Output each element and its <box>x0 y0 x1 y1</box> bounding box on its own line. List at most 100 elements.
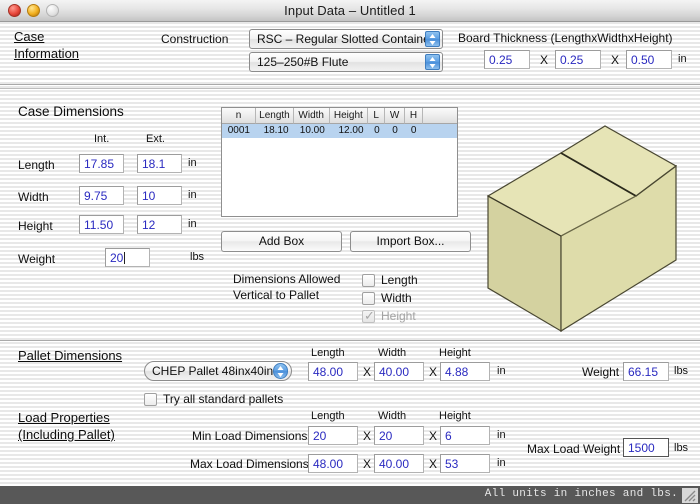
cell-w: 0 <box>385 124 404 138</box>
min-load-height-field[interactable]: 6 <box>440 426 490 445</box>
pallet-select-value: CHEP Pallet 48inx40in <box>152 364 273 378</box>
pallet-select[interactable]: CHEP Pallet 48inx40in <box>144 361 292 381</box>
pallet-weight-unit: lbs <box>674 365 688 377</box>
cell-width: 10.00 <box>294 124 330 138</box>
case-information-heading-line1: Case <box>14 29 44 44</box>
min-load-label: Min Load Dimensions <box>192 429 307 443</box>
try-all-pallets-checkbox[interactable]: Try all standard pallets <box>144 392 283 406</box>
case-width-int-field[interactable]: 9.75 <box>79 186 124 205</box>
case-length-ext-field[interactable]: 18.1 <box>137 154 182 173</box>
table-header-h[interactable]: H <box>405 108 423 124</box>
pallet-width-field[interactable]: 40.00 <box>374 362 424 381</box>
load-col-length: Length <box>311 410 345 422</box>
max-load-sep-1: X <box>363 457 371 471</box>
load-col-width: Width <box>378 410 406 422</box>
pallet-sep-1: X <box>363 365 371 379</box>
checkbox-box <box>362 292 375 305</box>
vertical-allowed-length-label: Length <box>381 273 418 287</box>
box-list-table[interactable]: n Length Width Height L W H 0001 18.10 1… <box>221 107 458 217</box>
table-header-l[interactable]: L <box>368 108 385 124</box>
load-properties-heading-line2: (Including Pallet) <box>18 427 115 442</box>
divider-top-2 <box>0 88 700 89</box>
max-load-length-field[interactable]: 48.00 <box>308 454 358 473</box>
table-header-w[interactable]: W <box>385 108 405 124</box>
case-height-int-field[interactable]: 11.50 <box>79 215 124 234</box>
text-caret <box>124 252 125 264</box>
vertical-allowed-length-checkbox[interactable]: Length <box>362 273 418 287</box>
add-box-button[interactable]: Add Box <box>221 231 342 252</box>
pallet-weight-field[interactable]: 66.15 <box>623 362 669 381</box>
max-load-weight-unit: lbs <box>674 442 688 454</box>
vertical-allowed-label-line2: Vertical to Pallet <box>233 288 319 302</box>
board-thickness-width-field[interactable]: 0.25 <box>555 50 601 69</box>
divider-top <box>0 84 700 85</box>
case-length-int-field[interactable]: 17.85 <box>79 154 124 173</box>
col-int-header: Int. <box>94 133 109 145</box>
checkmark-icon: ✓ <box>364 309 375 322</box>
pallet-weight-label: Weight <box>582 365 619 379</box>
case-width-ext-field[interactable]: 10 <box>137 186 182 205</box>
status-text: All units in inches and lbs. <box>485 488 678 500</box>
min-load-width-field[interactable]: 20 <box>374 426 424 445</box>
case-length-label: Length <box>18 158 55 172</box>
pallet-col-height: Height <box>439 347 471 359</box>
flute-select[interactable]: 125–250#B Flute <box>249 52 443 72</box>
min-load-sep-2: X <box>429 429 437 443</box>
checkbox-box-checked: ✓ <box>362 310 375 323</box>
carton-illustration <box>468 108 693 336</box>
try-all-pallets-label: Try all standard pallets <box>163 392 283 406</box>
table-header-height[interactable]: Height <box>330 108 368 124</box>
construction-label: Construction <box>161 32 228 46</box>
table-header-blank[interactable] <box>423 108 457 124</box>
pallet-length-field[interactable]: 48.00 <box>308 362 358 381</box>
input-data-window: Input Data – Untitled 1 Case Information… <box>0 0 700 504</box>
board-thickness-length-field[interactable]: 0.25 <box>484 50 530 69</box>
table-header-width[interactable]: Width <box>294 108 330 124</box>
vertical-allowed-height-checkbox: ✓ Height <box>362 309 416 323</box>
cell-blank <box>422 124 457 138</box>
case-information-heading-line2: Information <box>14 46 79 61</box>
pallet-sep-2: X <box>429 365 437 379</box>
case-height-ext-field[interactable]: 12 <box>137 215 182 234</box>
import-box-button[interactable]: Import Box... <box>350 231 471 252</box>
case-width-label: Width <box>18 190 49 204</box>
table-header-length[interactable]: Length <box>256 108 294 124</box>
case-height-unit: in <box>188 218 197 230</box>
table-header-row: n Length Width Height L W H <box>222 108 457 124</box>
min-load-length-field[interactable]: 20 <box>308 426 358 445</box>
max-load-label: Max Load Dimensions <box>190 457 309 471</box>
max-load-width-field[interactable]: 40.00 <box>374 454 424 473</box>
pallet-dimensions-heading: Pallet Dimensions <box>18 348 122 363</box>
vertical-allowed-width-label: Width <box>381 291 412 305</box>
table-row[interactable]: 0001 18.10 10.00 12.00 0 0 0 <box>222 124 457 138</box>
checkbox-box <box>362 274 375 287</box>
max-load-weight-field[interactable]: 1500 <box>623 438 669 457</box>
case-height-label: Height <box>18 219 53 233</box>
board-thickness-sep-1: X <box>540 53 548 67</box>
chevron-updown-icon <box>273 363 288 379</box>
resize-grip-icon[interactable] <box>682 488 698 503</box>
chevron-updown-icon <box>425 31 440 47</box>
table-header-n[interactable]: n <box>222 108 256 124</box>
construction-select[interactable]: RSC – Regular Slotted Container <box>249 29 443 49</box>
pallet-col-width: Width <box>378 347 406 359</box>
max-load-height-field[interactable]: 53 <box>440 454 490 473</box>
case-weight-label: Weight <box>18 252 55 266</box>
board-thickness-sep-2: X <box>611 53 619 67</box>
pallet-unit: in <box>497 365 506 377</box>
cell-l: 0 <box>369 124 386 138</box>
status-bar: All units in inches and lbs. <box>0 486 700 504</box>
checkbox-box <box>144 393 157 406</box>
case-weight-unit: lbs <box>190 251 204 263</box>
cell-n: 0001 <box>222 124 256 138</box>
case-dimensions-heading: Case Dimensions <box>18 104 124 119</box>
pallet-height-field[interactable]: 4.88 <box>440 362 490 381</box>
board-thickness-height-field[interactable]: 0.50 <box>626 50 672 69</box>
case-weight-field[interactable]: 20 <box>105 248 150 267</box>
pallet-col-length: Length <box>311 347 345 359</box>
min-load-unit: in <box>497 429 506 441</box>
cell-h: 0 <box>405 124 423 138</box>
cell-height: 12.00 <box>330 124 369 138</box>
board-thickness-unit: in <box>678 53 687 65</box>
vertical-allowed-width-checkbox[interactable]: Width <box>362 291 412 305</box>
